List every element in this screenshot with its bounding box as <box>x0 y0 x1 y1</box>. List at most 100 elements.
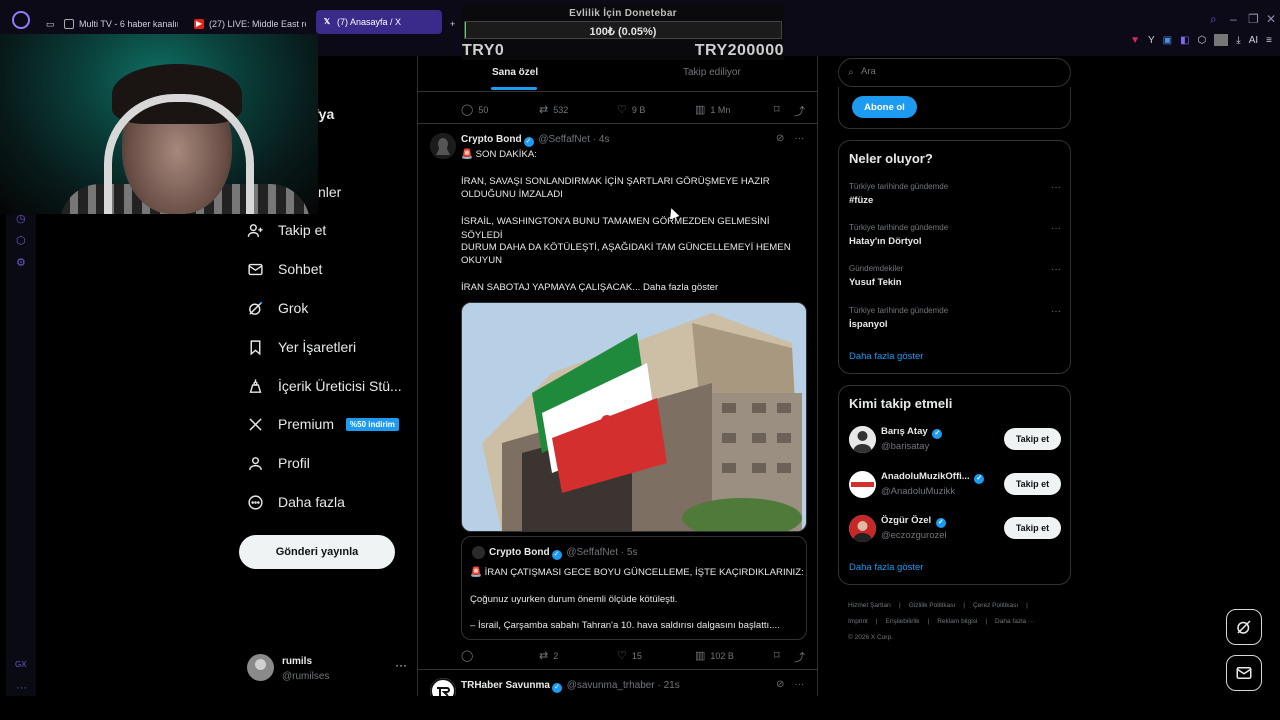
like-button[interactable]: ♡ 15 <box>617 649 642 662</box>
trends-show-more-link[interactable]: Daha fazla göster <box>849 351 923 362</box>
heart-icon: ♡ <box>617 650 627 662</box>
reply-button[interactable]: ◯ 50 <box>461 103 488 116</box>
grok-floating-button[interactable] <box>1226 609 1262 645</box>
extensions-sidebar-icon[interactable]: ⬡ <box>16 234 26 247</box>
repost-button[interactable]: ⇄ 532 <box>539 103 568 116</box>
creator-icon <box>246 377 264 395</box>
tweet-time[interactable]: · 4s <box>593 134 610 145</box>
more-icon[interactable]: ··· <box>16 682 27 694</box>
grok-analyze-icon[interactable]: ⊘ <box>776 133 784 144</box>
like-button[interactable]: ♡ 9 B <box>617 103 645 116</box>
show-more-link[interactable]: Daha fazla göster <box>643 282 718 293</box>
menu-icon[interactable]: ≡ <box>1266 35 1272 46</box>
grok-analyze-icon[interactable]: ⊘ <box>776 679 784 690</box>
close-window-icon[interactable]: ✕ <box>1266 12 1276 26</box>
repost-count: 2 <box>553 650 559 661</box>
trend-item[interactable]: Gündemdekiler Yusuf Tekin ··· <box>849 264 1061 298</box>
account-switcher[interactable]: rumils @rumilses ··· <box>247 652 407 686</box>
tab-following[interactable]: Takip ediliyor <box>683 67 741 78</box>
messages-floating-button[interactable] <box>1226 655 1262 691</box>
extension-icon[interactable]: ◧ <box>1180 35 1189 46</box>
views-button[interactable]: ▥ 102 B <box>695 649 734 662</box>
footer-link[interactable]: Hizmet Şartları <box>848 602 891 609</box>
bookmark-button[interactable]: ⌑ <box>774 103 780 116</box>
follow-suggestion[interactable]: Barış Atay ✓ @barisatay Takip et <box>849 424 1061 458</box>
tweet-more-icon[interactable]: ··· <box>794 679 804 690</box>
footer-link[interactable]: Reklam bilgisi <box>937 618 977 625</box>
minimize-icon[interactable]: – <box>1230 12 1237 26</box>
account-more-icon[interactable]: ··· <box>395 658 407 672</box>
nav-item-premium[interactable]: Premium %50 indirim <box>246 409 399 439</box>
nav-item-bookmarks[interactable]: Yer İşaretleri <box>246 332 356 362</box>
quoted-tweet[interactable]: Crypto Bond ✓ @SeffafNet · 5s 🚨 İRAN ÇATI… <box>461 536 807 640</box>
trend-item[interactable]: Türkiye tarihinde gündemde #füze ··· <box>849 182 1061 216</box>
avatar[interactable] <box>430 133 456 159</box>
nav-item-creator-studio[interactable]: İçerik Üreticisi Stü... <box>246 371 402 401</box>
follow-suggestion[interactable]: Özgür Özel ✓ @eczozgurozel Takip et <box>849 513 1061 547</box>
share-button[interactable]: ⤴ <box>794 649 805 665</box>
follow-button[interactable]: Takip et <box>1004 517 1061 539</box>
trend-more-icon[interactable]: ··· <box>1051 223 1061 234</box>
x-logo-icon <box>246 415 264 433</box>
verified-badge-icon: ✓ <box>932 429 943 439</box>
follow-suggestion[interactable]: AnadoluMuzikOffi... ✓ @AnadoluMuzikk Tak… <box>849 469 1061 503</box>
ai-button[interactable]: AI <box>1249 35 1258 46</box>
footer-link[interactable]: Çerez Politikası <box>973 602 1018 609</box>
settings-icon[interactable]: ⚙ <box>16 256 26 269</box>
author-handle[interactable]: @savunma_trhaber <box>567 680 655 691</box>
verified-badge-icon: ✓ <box>935 518 946 528</box>
tweet-time[interactable]: · 21s <box>657 680 679 691</box>
extensions-puzzle-icon[interactable]: ⬡ <box>1198 35 1207 46</box>
repost-button[interactable]: ⇄ 2 <box>539 649 558 662</box>
donation-amount: 100₺ (0.05%) <box>589 26 657 38</box>
extension-icon[interactable]: ▼ <box>1130 35 1140 46</box>
share-button[interactable]: ⤴ <box>794 103 805 119</box>
follow-button[interactable]: Takip et <box>1004 428 1061 450</box>
footer-link[interactable]: Erişilebilirlik <box>886 618 920 625</box>
nav-item-more[interactable]: Daha fazla <box>246 487 345 517</box>
trend-item[interactable]: Türkiye tarihinde gündemde Hatay'ın Dört… <box>849 223 1061 257</box>
trend-more-icon[interactable]: ··· <box>1051 306 1061 317</box>
tweet-text-line: OLDUĞUNU İMZALADI <box>461 189 563 200</box>
search-tabs-icon[interactable]: ⌕ <box>1210 12 1217 27</box>
profile-thumbnail-icon[interactable] <box>1214 34 1229 46</box>
follow-button[interactable]: Takip et <box>1004 473 1061 495</box>
who-to-follow-show-more-link[interactable]: Daha fazla göster <box>849 562 923 573</box>
tab-for-you[interactable]: Sana özel <box>492 67 538 78</box>
bookmark-button[interactable]: ⌑ <box>774 649 780 662</box>
trend-more-icon[interactable]: ··· <box>1051 182 1061 193</box>
search-input[interactable] <box>861 66 1061 77</box>
trend-item[interactable]: Türkiye tarihinde gündemde İspanyol ··· <box>849 306 1061 340</box>
footer-link[interactable]: Gizlilik Politikası <box>909 602 956 609</box>
trend-more-icon[interactable]: ··· <box>1051 264 1061 275</box>
translate-icon[interactable]: ▣ <box>1163 35 1172 46</box>
download-icon[interactable]: ⤓ <box>1236 35 1240 46</box>
copyright: © 2026 X Corp. <box>848 634 893 641</box>
tweet-more-icon[interactable]: ··· <box>794 133 804 144</box>
subscribe-button[interactable]: Abone ol <box>852 96 917 118</box>
tab-label: (27) LIVE: Middle East real <box>209 19 306 29</box>
search-box[interactable]: ⌕ <box>838 58 1071 87</box>
avatar[interactable] <box>430 678 456 696</box>
new-tab-button[interactable]: + <box>444 12 458 36</box>
post-button[interactable]: Gönderi yayınla <box>239 535 395 569</box>
tweet-media-image[interactable] <box>461 302 807 532</box>
footer-link[interactable]: Imprint <box>848 618 868 625</box>
author-handle[interactable]: @SeffafNet <box>538 134 590 145</box>
views-button[interactable]: ▥ 1 Mn <box>695 103 730 116</box>
tab-x-home[interactable]: 𝕏 (7) Anasayfa / X <box>316 10 442 34</box>
nav-item-chat[interactable]: Sohbet <box>246 254 322 284</box>
author-name[interactable]: Crypto Bond <box>461 134 522 145</box>
tab-youtube-live[interactable]: ▶ (27) LIVE: Middle East real <box>188 12 306 36</box>
trends-card: Neler oluyor? Türkiye tarihinde gündemde… <box>838 140 1071 374</box>
footer-link[interactable]: Daha fazla ··· <box>995 618 1034 625</box>
divider <box>418 123 817 124</box>
author-name[interactable]: TRHaber Savunma <box>461 680 550 691</box>
extension-icon[interactable]: Y <box>1148 35 1155 46</box>
nav-item-follow[interactable]: Takip et <box>246 215 326 245</box>
nav-item-grok[interactable]: Grok <box>246 293 308 323</box>
reply-button[interactable]: ◯ <box>461 649 478 662</box>
tab-multi-tv[interactable]: Multi TV - 6 haber kanalını <box>58 12 178 36</box>
nav-item-profile[interactable]: Profil <box>246 448 310 478</box>
maximize-icon[interactable]: ❐ <box>1248 12 1259 26</box>
